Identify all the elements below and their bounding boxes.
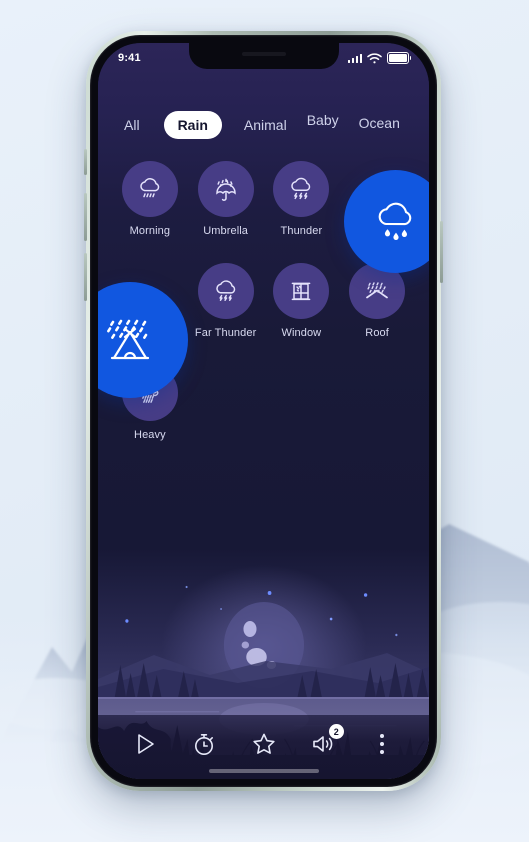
cloud-lightning-icon[interactable] <box>273 161 330 217</box>
sound-item-umbrella[interactable]: Umbrella <box>188 161 264 237</box>
tab-baby[interactable]: Baby <box>305 112 341 128</box>
more-options-icon[interactable] <box>365 727 399 761</box>
sound-item-far-thunder[interactable]: Far Thunder <box>188 263 264 339</box>
tab-all[interactable]: All <box>122 117 142 133</box>
category-tabs[interactable]: All Rain Animal Baby Ocean <box>98 105 429 145</box>
power-button[interactable] <box>440 221 443 283</box>
window-rain-icon[interactable] <box>273 263 330 319</box>
phone-device-frame: All Rain Animal Baby Ocean Morning Umbre… <box>84 31 443 791</box>
timer-icon[interactable] <box>187 727 221 761</box>
sound-label: Roof <box>365 327 389 339</box>
sound-label: Thunder <box>280 225 323 237</box>
app-root: All Rain Animal Baby Ocean Morning Umbre… <box>98 43 429 779</box>
cloud-lightning-icon[interactable] <box>197 263 254 319</box>
volume-up-button[interactable] <box>84 193 87 241</box>
signal-bars-icon <box>347 53 362 63</box>
status-time: 9:41 <box>118 52 141 64</box>
volume-down-button[interactable] <box>84 253 87 301</box>
sound-label: Morning <box>129 225 171 237</box>
dot <box>380 742 384 746</box>
phone-bezel: All Rain Animal Baby Ocean Morning Umbre… <box>90 35 437 787</box>
volume-button[interactable]: 2 <box>306 724 344 761</box>
play-icon[interactable] <box>128 727 162 761</box>
dot <box>380 750 384 754</box>
home-indicator[interactable] <box>208 769 319 773</box>
phone-screen: All Rain Animal Baby Ocean Morning Umbre… <box>98 43 429 779</box>
sound-label: Heavy <box>134 429 166 441</box>
sound-item-roof[interactable]: Roof <box>339 263 415 339</box>
earpiece-speaker <box>241 52 286 56</box>
mute-switch[interactable] <box>84 149 87 175</box>
sound-item-window[interactable]: Window <box>264 263 340 339</box>
sound-label: Umbrella <box>203 225 249 237</box>
umbrella-rain-icon[interactable] <box>197 161 254 217</box>
sound-item-morning[interactable]: Morning <box>112 161 188 237</box>
sound-item-thunder[interactable]: Thunder <box>264 161 340 237</box>
battery-icon <box>387 52 412 64</box>
tab-ocean[interactable]: Ocean <box>357 115 402 131</box>
phone-notch <box>188 43 339 69</box>
star-icon[interactable] <box>247 727 281 761</box>
wifi-icon <box>367 52 382 63</box>
tab-animal[interactable]: Animal <box>242 117 289 133</box>
tab-rain[interactable]: Rain <box>163 111 222 139</box>
volume-badge: 2 <box>328 724 344 739</box>
sound-label: Window <box>281 327 322 339</box>
dot <box>380 734 384 738</box>
sound-label: Far Thunder <box>194 327 257 339</box>
cloud-rain-icon[interactable] <box>121 161 178 217</box>
status-indicators <box>347 52 412 64</box>
